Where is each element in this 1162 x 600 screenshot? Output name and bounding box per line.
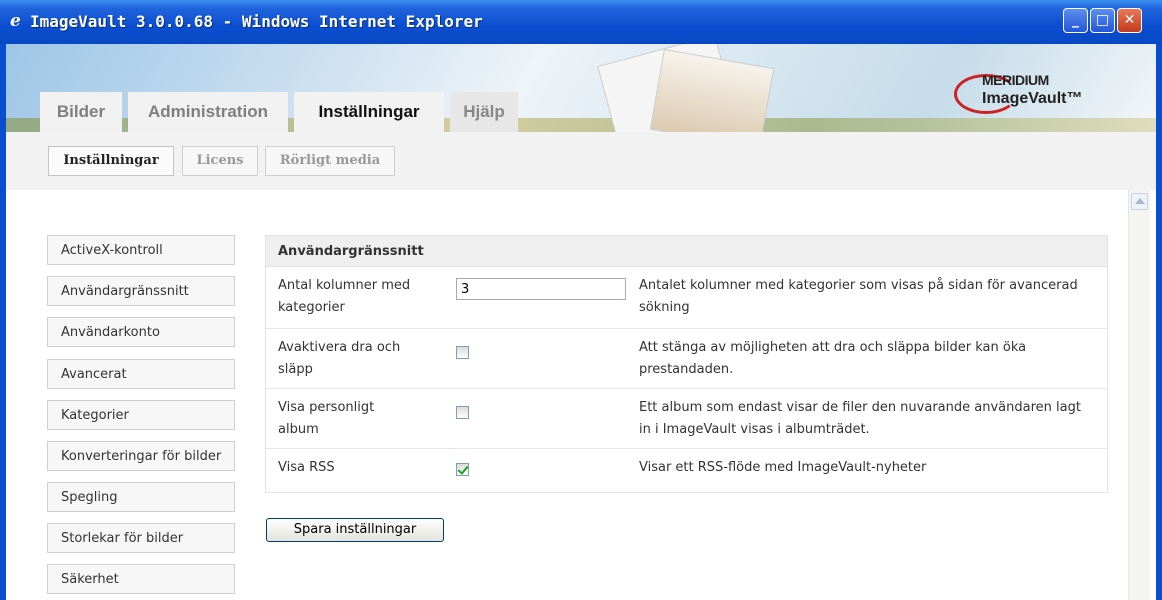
vertical-scrollbar[interactable] (1128, 190, 1150, 600)
window-title-bar[interactable]: e ImageVault 3.0.0.68 - Windows Internet… (0, 0, 1162, 45)
settings-row: Visa personligt album Ett album som enda… (266, 389, 1107, 449)
window-title: ImageVault 3.0.0.68 - Windows Internet E… (30, 12, 483, 31)
maximize-button[interactable]: □ (1090, 8, 1115, 33)
setting-label: Antal kolumner med kategorier (278, 278, 411, 315)
header-banner: Bilder Administration Inställningar Hjäl… (6, 44, 1156, 132)
panel-title: Användargränssnitt (266, 236, 1107, 267)
personal-album-checkbox[interactable] (456, 406, 469, 419)
sidebar-item-sakerhet[interactable]: Säkerhet (47, 564, 235, 594)
meridium-imagevault-logo: MERIDIUM ImageVault™ (954, 70, 1144, 114)
save-settings-button[interactable]: Spara inställningar (266, 518, 444, 542)
setting-label: Avaktivera dra och släpp (278, 340, 401, 377)
tab-bilder[interactable]: Bilder (40, 92, 122, 132)
settings-row: Visa RSS Visar ett RSS-flöde med ImageVa… (266, 449, 1107, 492)
tab-hjalp[interactable]: Hjälp (450, 92, 518, 132)
sidebar-item-anvandargranssnitt[interactable]: Användargränssnitt (47, 276, 235, 306)
setting-description: Antalet kolumner med kategorier som visa… (639, 278, 1078, 315)
settings-row: Antal kolumner med kategorier Antalet ko… (266, 267, 1107, 329)
show-rss-checkbox[interactable] (456, 463, 469, 476)
settings-panel: Användargränssnitt Antal kolumner med ka… (265, 235, 1108, 493)
setting-control (456, 406, 469, 419)
internet-explorer-icon: e (10, 11, 21, 31)
setting-description: Visar ett RSS-flöde med ImageVault-nyhet… (639, 460, 927, 475)
tab-administration[interactable]: Administration (128, 92, 288, 132)
setting-description: Ett album som endast visar de filer den … (639, 400, 1081, 437)
setting-label: Visa personligt album (278, 400, 375, 437)
sidebar-item-storlekar[interactable]: Storlekar för bilder (47, 523, 235, 553)
sub-navigation: Inställningar Licens Rörligt media (6, 132, 1156, 191)
close-button[interactable]: ✕ (1117, 8, 1142, 33)
columns-count-input[interactable] (456, 278, 626, 300)
setting-description: Att stänga av möjligheten att dra och sl… (639, 340, 1027, 377)
sidebar-item-konverteringar[interactable]: Konverteringar för bilder (47, 441, 235, 471)
setting-control (456, 346, 469, 359)
sidebar-item-spegling[interactable]: Spegling (47, 482, 235, 512)
logo-line-1: MERIDIUM (982, 72, 1049, 88)
sidebar-item-anvandarkonto[interactable]: Användarkonto (47, 317, 235, 347)
setting-control (456, 278, 626, 300)
sidebar-item-avancerat[interactable]: Avancerat (47, 359, 235, 389)
disable-drag-drop-checkbox[interactable] (456, 346, 469, 359)
subnav-licens[interactable]: Licens (182, 146, 258, 176)
minimize-button[interactable]: _ (1063, 8, 1088, 33)
tab-installningar[interactable]: Inställningar (294, 92, 444, 132)
sidebar-item-activex-kontroll[interactable]: ActiveX-kontroll (47, 235, 235, 265)
subnav-installningar[interactable]: Inställningar (48, 146, 174, 176)
setting-control (456, 463, 469, 476)
setting-label: Visa RSS (278, 460, 335, 475)
scroll-up-icon[interactable] (1131, 193, 1148, 210)
banner-photo (649, 48, 775, 132)
subnav-rorligt-media[interactable]: Rörligt media (265, 146, 395, 176)
settings-row: Avaktivera dra och släpp Att stänga av m… (266, 329, 1107, 389)
logo-line-2: ImageVault™ (982, 90, 1083, 107)
window-frame-right (1156, 44, 1162, 600)
sidebar-item-kategorier[interactable]: Kategorier (47, 400, 235, 430)
